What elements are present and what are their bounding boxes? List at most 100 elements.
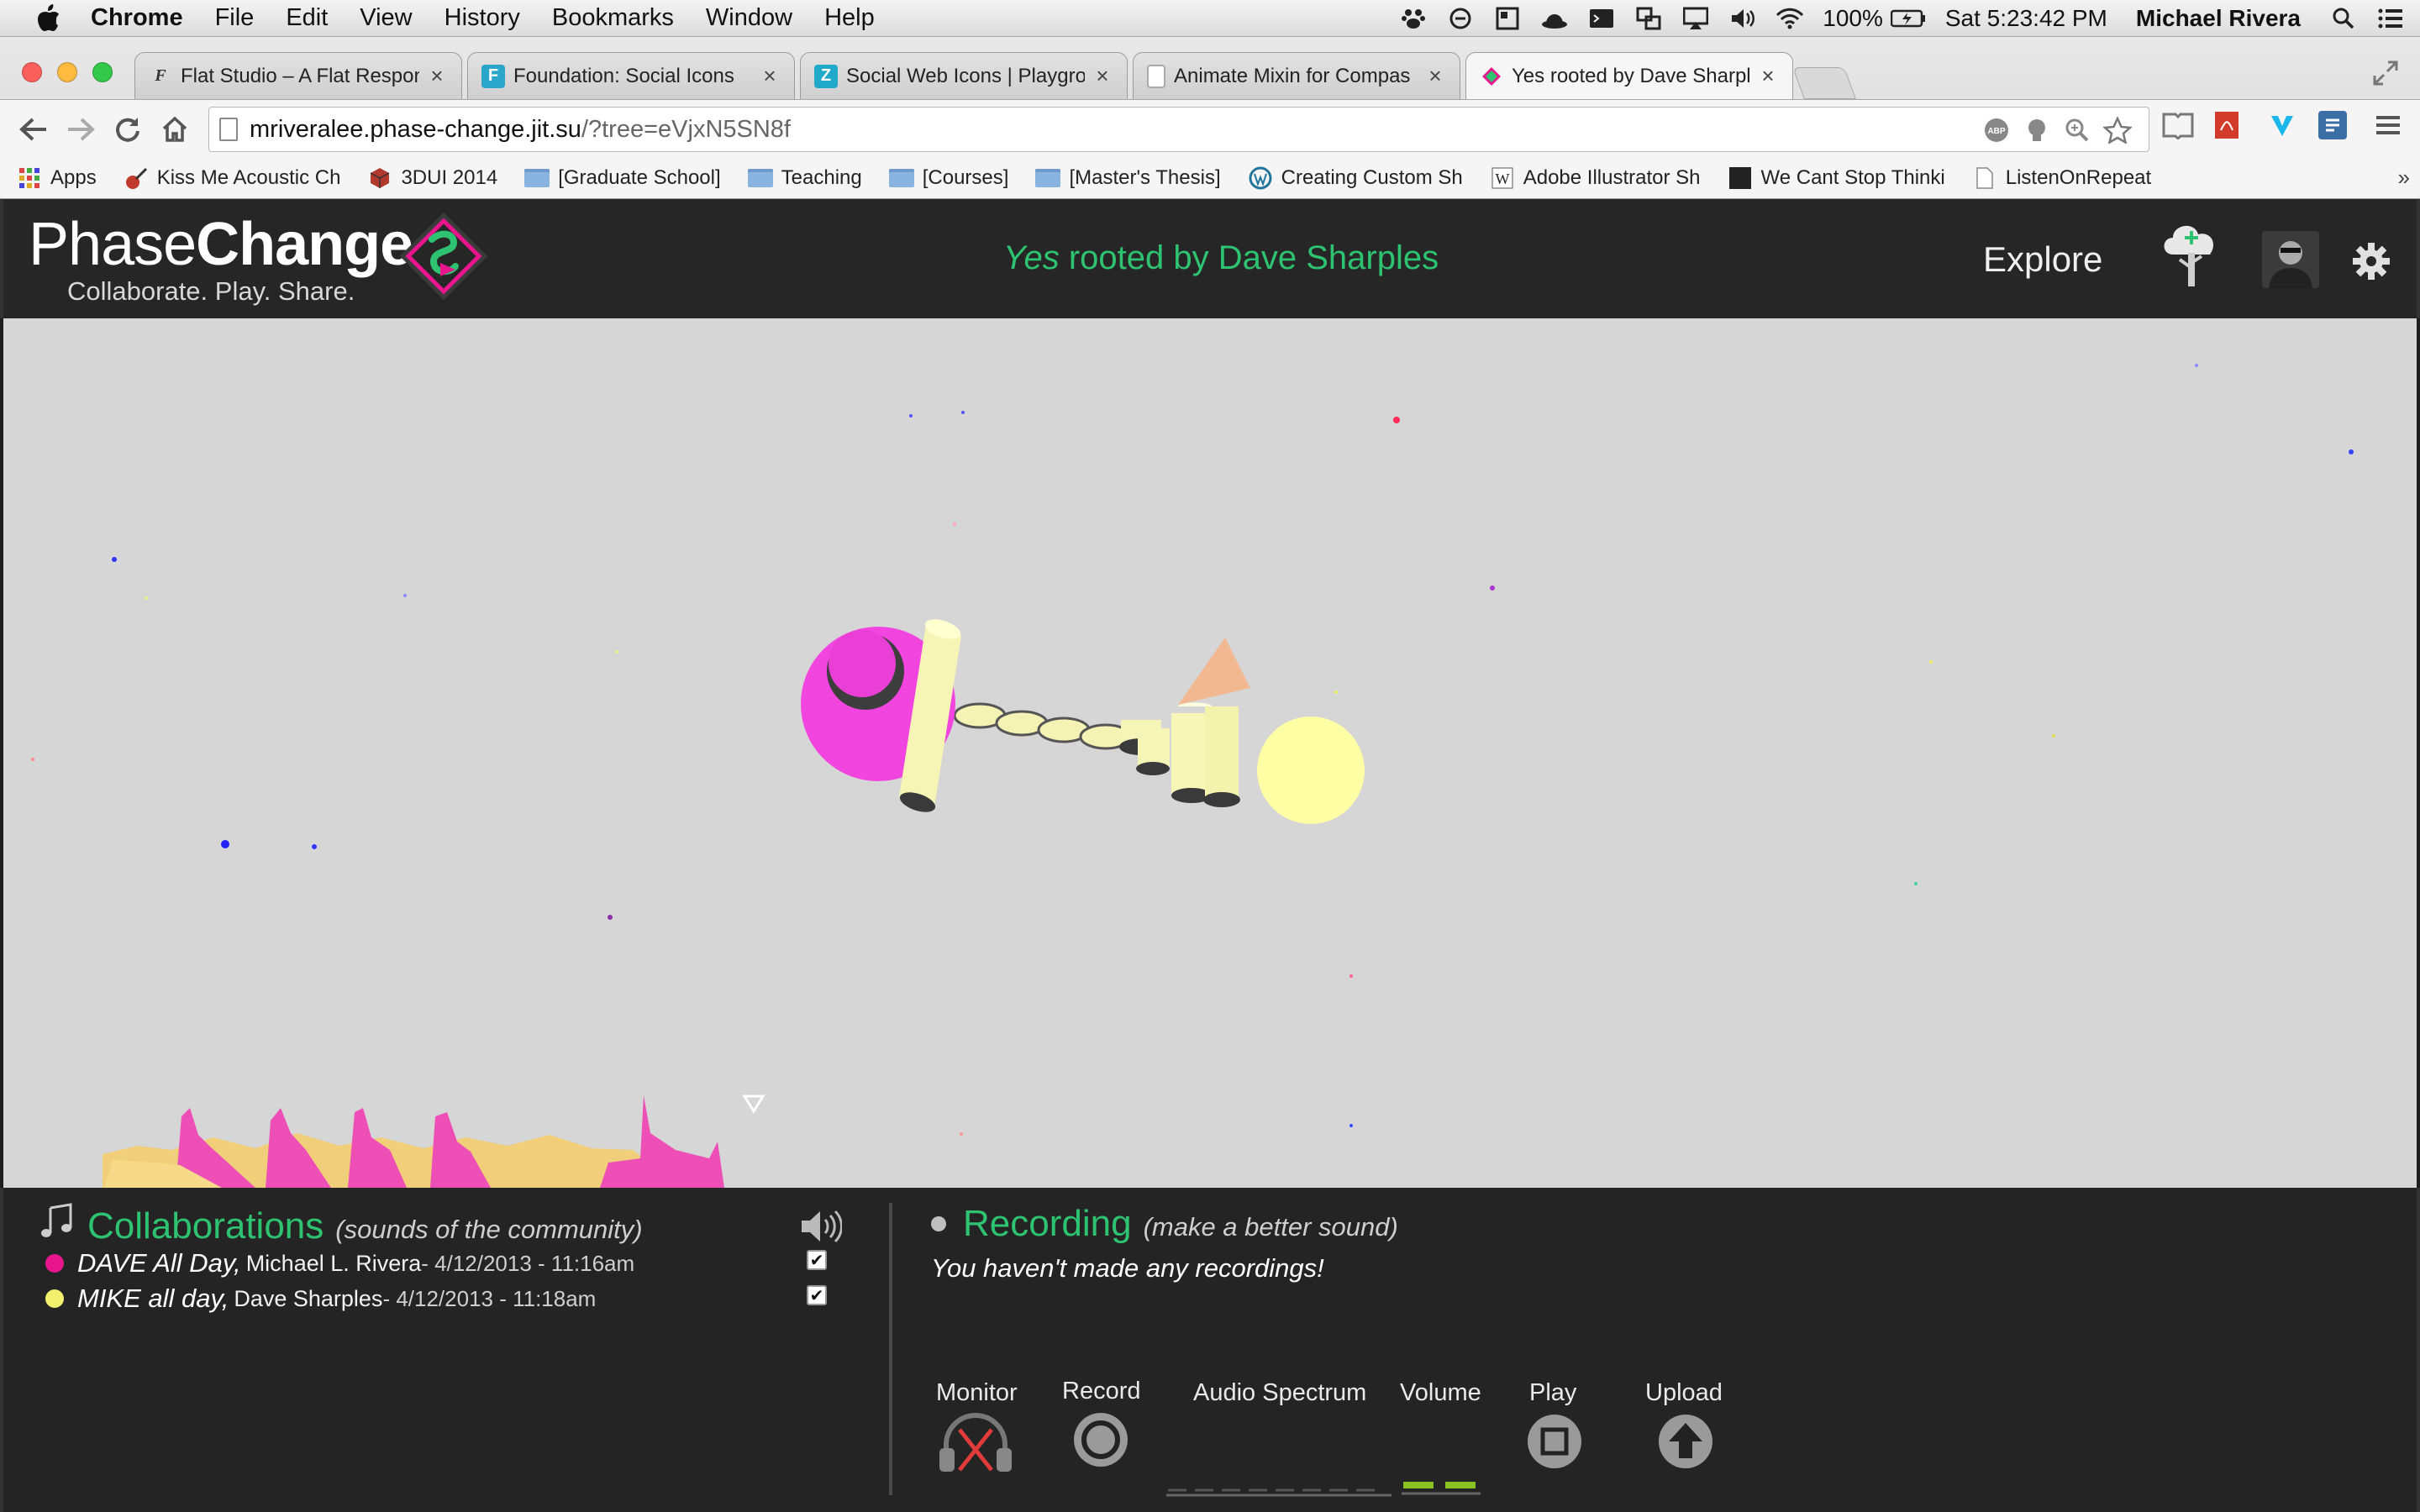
readability-extension-icon[interactable] bbox=[2161, 108, 2195, 142]
collaboration-row[interactable]: DAVE All Day, Michael L. Rivera - 4/12/2… bbox=[45, 1248, 634, 1278]
bookmark-graduate-school[interactable]: [Graduate School] bbox=[524, 166, 721, 190]
apple-icon[interactable] bbox=[32, 2, 66, 35]
logo-wordmark[interactable]: PhaseChange bbox=[29, 214, 413, 275]
volume-icon[interactable] bbox=[1728, 6, 1757, 31]
forward-button[interactable] bbox=[57, 106, 104, 153]
explore-link[interactable]: Explore bbox=[1983, 239, 2102, 280]
page-favicon bbox=[1147, 64, 1165, 88]
tab-title: Yes rooted by Dave Sharple bbox=[1512, 64, 1750, 87]
bookmark-3dui-2014[interactable]: 3DUI 2014 bbox=[367, 166, 497, 190]
close-tab-icon[interactable]: × bbox=[1092, 63, 1113, 89]
bookmark-creating-custom[interactable]: Creating Custom Sh bbox=[1248, 166, 1463, 190]
reload-button[interactable] bbox=[104, 106, 151, 153]
bookmark-label: 3DUI 2014 bbox=[401, 166, 498, 189]
battery-icon[interactable] bbox=[1890, 6, 1927, 31]
close-tab-icon[interactable]: × bbox=[1424, 63, 1446, 89]
window-controls bbox=[22, 62, 113, 82]
pdf-extension-icon[interactable] bbox=[2210, 108, 2244, 142]
minimize-window-button[interactable] bbox=[57, 62, 77, 82]
volume-meter[interactable] bbox=[1402, 1477, 1481, 1497]
more-bookmarks-chevron-icon[interactable]: » bbox=[2398, 165, 2410, 191]
tab-social-web-icons[interactable]: Z Social Web Icons | Playgrou × bbox=[800, 52, 1128, 99]
vimeo-extension-icon[interactable] bbox=[2265, 108, 2299, 142]
paw-icon[interactable] bbox=[1399, 6, 1428, 31]
bookmark-adobe-illustrator[interactable]: W Adobe Illustrator Sh bbox=[1490, 166, 1701, 190]
music-note-icon bbox=[40, 1203, 74, 1242]
w-icon: W bbox=[1490, 167, 1515, 189]
battery-percent: 100% bbox=[1823, 5, 1883, 31]
svg-text:W: W bbox=[1495, 171, 1509, 187]
adblock-icon[interactable]: ABP bbox=[1982, 116, 2011, 144]
bookmark-teaching[interactable]: Teaching bbox=[747, 166, 862, 190]
recording-subtitle: (make a better sound) bbox=[1143, 1212, 1398, 1242]
play-button[interactable] bbox=[1526, 1413, 1583, 1470]
track-enabled-checkbox[interactable]: ✔ bbox=[807, 1285, 827, 1305]
window-grid-icon[interactable] bbox=[1493, 6, 1522, 31]
speaker-icon[interactable] bbox=[800, 1208, 843, 1245]
record-button[interactable] bbox=[1072, 1411, 1129, 1468]
bookmark-listen-on-repeat[interactable]: ListenOnRepeat bbox=[1972, 166, 2151, 190]
track-author: Michael L. Rivera bbox=[245, 1250, 422, 1276]
close-tab-icon[interactable]: × bbox=[759, 63, 781, 89]
audio-waveform bbox=[103, 1095, 724, 1188]
tab-flat-studio[interactable]: F Flat Studio – A Flat Respon × bbox=[134, 52, 462, 99]
sync-icon[interactable] bbox=[1446, 6, 1475, 31]
zoom-icon[interactable] bbox=[2063, 116, 2091, 144]
track-name: DAVE All Day, bbox=[77, 1248, 241, 1278]
address-bar[interactable]: mriveralee.phase-change.jit.su/?tree=eVj… bbox=[208, 107, 2149, 152]
notification-center-icon[interactable] bbox=[2376, 6, 2405, 31]
lightbulb-icon[interactable] bbox=[2023, 116, 2051, 144]
page-info-icon[interactable] bbox=[219, 118, 238, 141]
bookmark-star-icon[interactable] bbox=[2103, 116, 2132, 144]
zoom-window-button[interactable] bbox=[92, 62, 113, 82]
bookmark-label: Kiss Me Acoustic Ch bbox=[156, 166, 341, 189]
menubar-clock[interactable]: Sat 5:23:42 PM bbox=[1945, 5, 2107, 32]
close-window-button[interactable] bbox=[22, 62, 42, 82]
screens-icon[interactable] bbox=[1634, 6, 1663, 31]
tab-foundation-social-icons[interactable]: F Foundation: Social Icons × bbox=[467, 52, 795, 99]
tab-phasechange-active[interactable]: Yes rooted by Dave Sharple × bbox=[1465, 52, 1793, 99]
audio-spectrum-label: Audio Spectrum bbox=[1193, 1379, 1367, 1406]
bowler-hat-icon[interactable] bbox=[1540, 6, 1569, 31]
close-tab-icon[interactable]: × bbox=[1757, 63, 1779, 89]
tab-animate-mixin[interactable]: Animate Mixin for Compas × bbox=[1133, 52, 1460, 99]
close-tab-icon[interactable]: × bbox=[426, 63, 448, 89]
menubar-user[interactable]: Michael Rivera bbox=[2136, 5, 2301, 32]
menu-edit[interactable]: Edit bbox=[286, 4, 328, 32]
collaborations-title: Collaborations bbox=[87, 1205, 324, 1247]
menu-app-name[interactable]: Chrome bbox=[91, 4, 183, 32]
menu-help[interactable]: Help bbox=[824, 4, 875, 32]
back-button[interactable] bbox=[10, 106, 57, 153]
menu-history[interactable]: History bbox=[445, 4, 520, 32]
airplay-icon[interactable] bbox=[1681, 6, 1710, 31]
bookmark-apps[interactable]: Apps bbox=[17, 166, 97, 190]
wifi-icon[interactable] bbox=[1776, 6, 1804, 31]
menu-file[interactable]: File bbox=[215, 4, 255, 32]
macos-menubar: Chrome File Edit View History Bookmarks … bbox=[0, 0, 2420, 37]
avatar[interactable] bbox=[2262, 231, 2319, 288]
collaboration-row[interactable]: MIKE all day, Dave Sharples - 4/12/2013 … bbox=[45, 1284, 596, 1314]
new-tab-button[interactable] bbox=[1792, 67, 1856, 99]
menu-view[interactable]: View bbox=[360, 4, 412, 32]
bookmark-kiss-me-acoustic[interactable]: Kiss Me Acoustic Ch bbox=[124, 166, 341, 190]
terminal-icon[interactable] bbox=[1587, 6, 1616, 31]
bookmark-masters-thesis[interactable]: [Master's Thesis] bbox=[1035, 166, 1221, 190]
monitor-headphones-icon[interactable] bbox=[936, 1411, 1015, 1473]
scroll-down-indicator-icon[interactable] bbox=[742, 1095, 765, 1114]
chrome-menu-icon[interactable] bbox=[2371, 108, 2405, 142]
play-label: Play bbox=[1529, 1379, 1577, 1406]
menu-window[interactable]: Window bbox=[706, 4, 792, 32]
bookmark-courses[interactable]: [Courses] bbox=[888, 166, 1008, 190]
upload-button[interactable] bbox=[1657, 1413, 1714, 1470]
settings-gear-icon[interactable] bbox=[2351, 241, 2391, 281]
spotlight-search-icon[interactable] bbox=[2329, 6, 2358, 31]
fullscreen-icon[interactable] bbox=[2371, 59, 2400, 87]
page-icon bbox=[1972, 167, 1997, 189]
add-tree-icon[interactable] bbox=[2160, 216, 2223, 293]
3d-tree-canvas[interactable] bbox=[3, 318, 2417, 1188]
bookmark-we-cant-stop[interactable]: We Cant Stop Thinki bbox=[1728, 166, 1945, 190]
home-button[interactable] bbox=[151, 106, 198, 153]
track-enabled-checkbox[interactable]: ✔ bbox=[807, 1250, 827, 1270]
menu-bookmarks[interactable]: Bookmarks bbox=[552, 4, 674, 32]
share-extension-icon[interactable] bbox=[2316, 108, 2349, 142]
